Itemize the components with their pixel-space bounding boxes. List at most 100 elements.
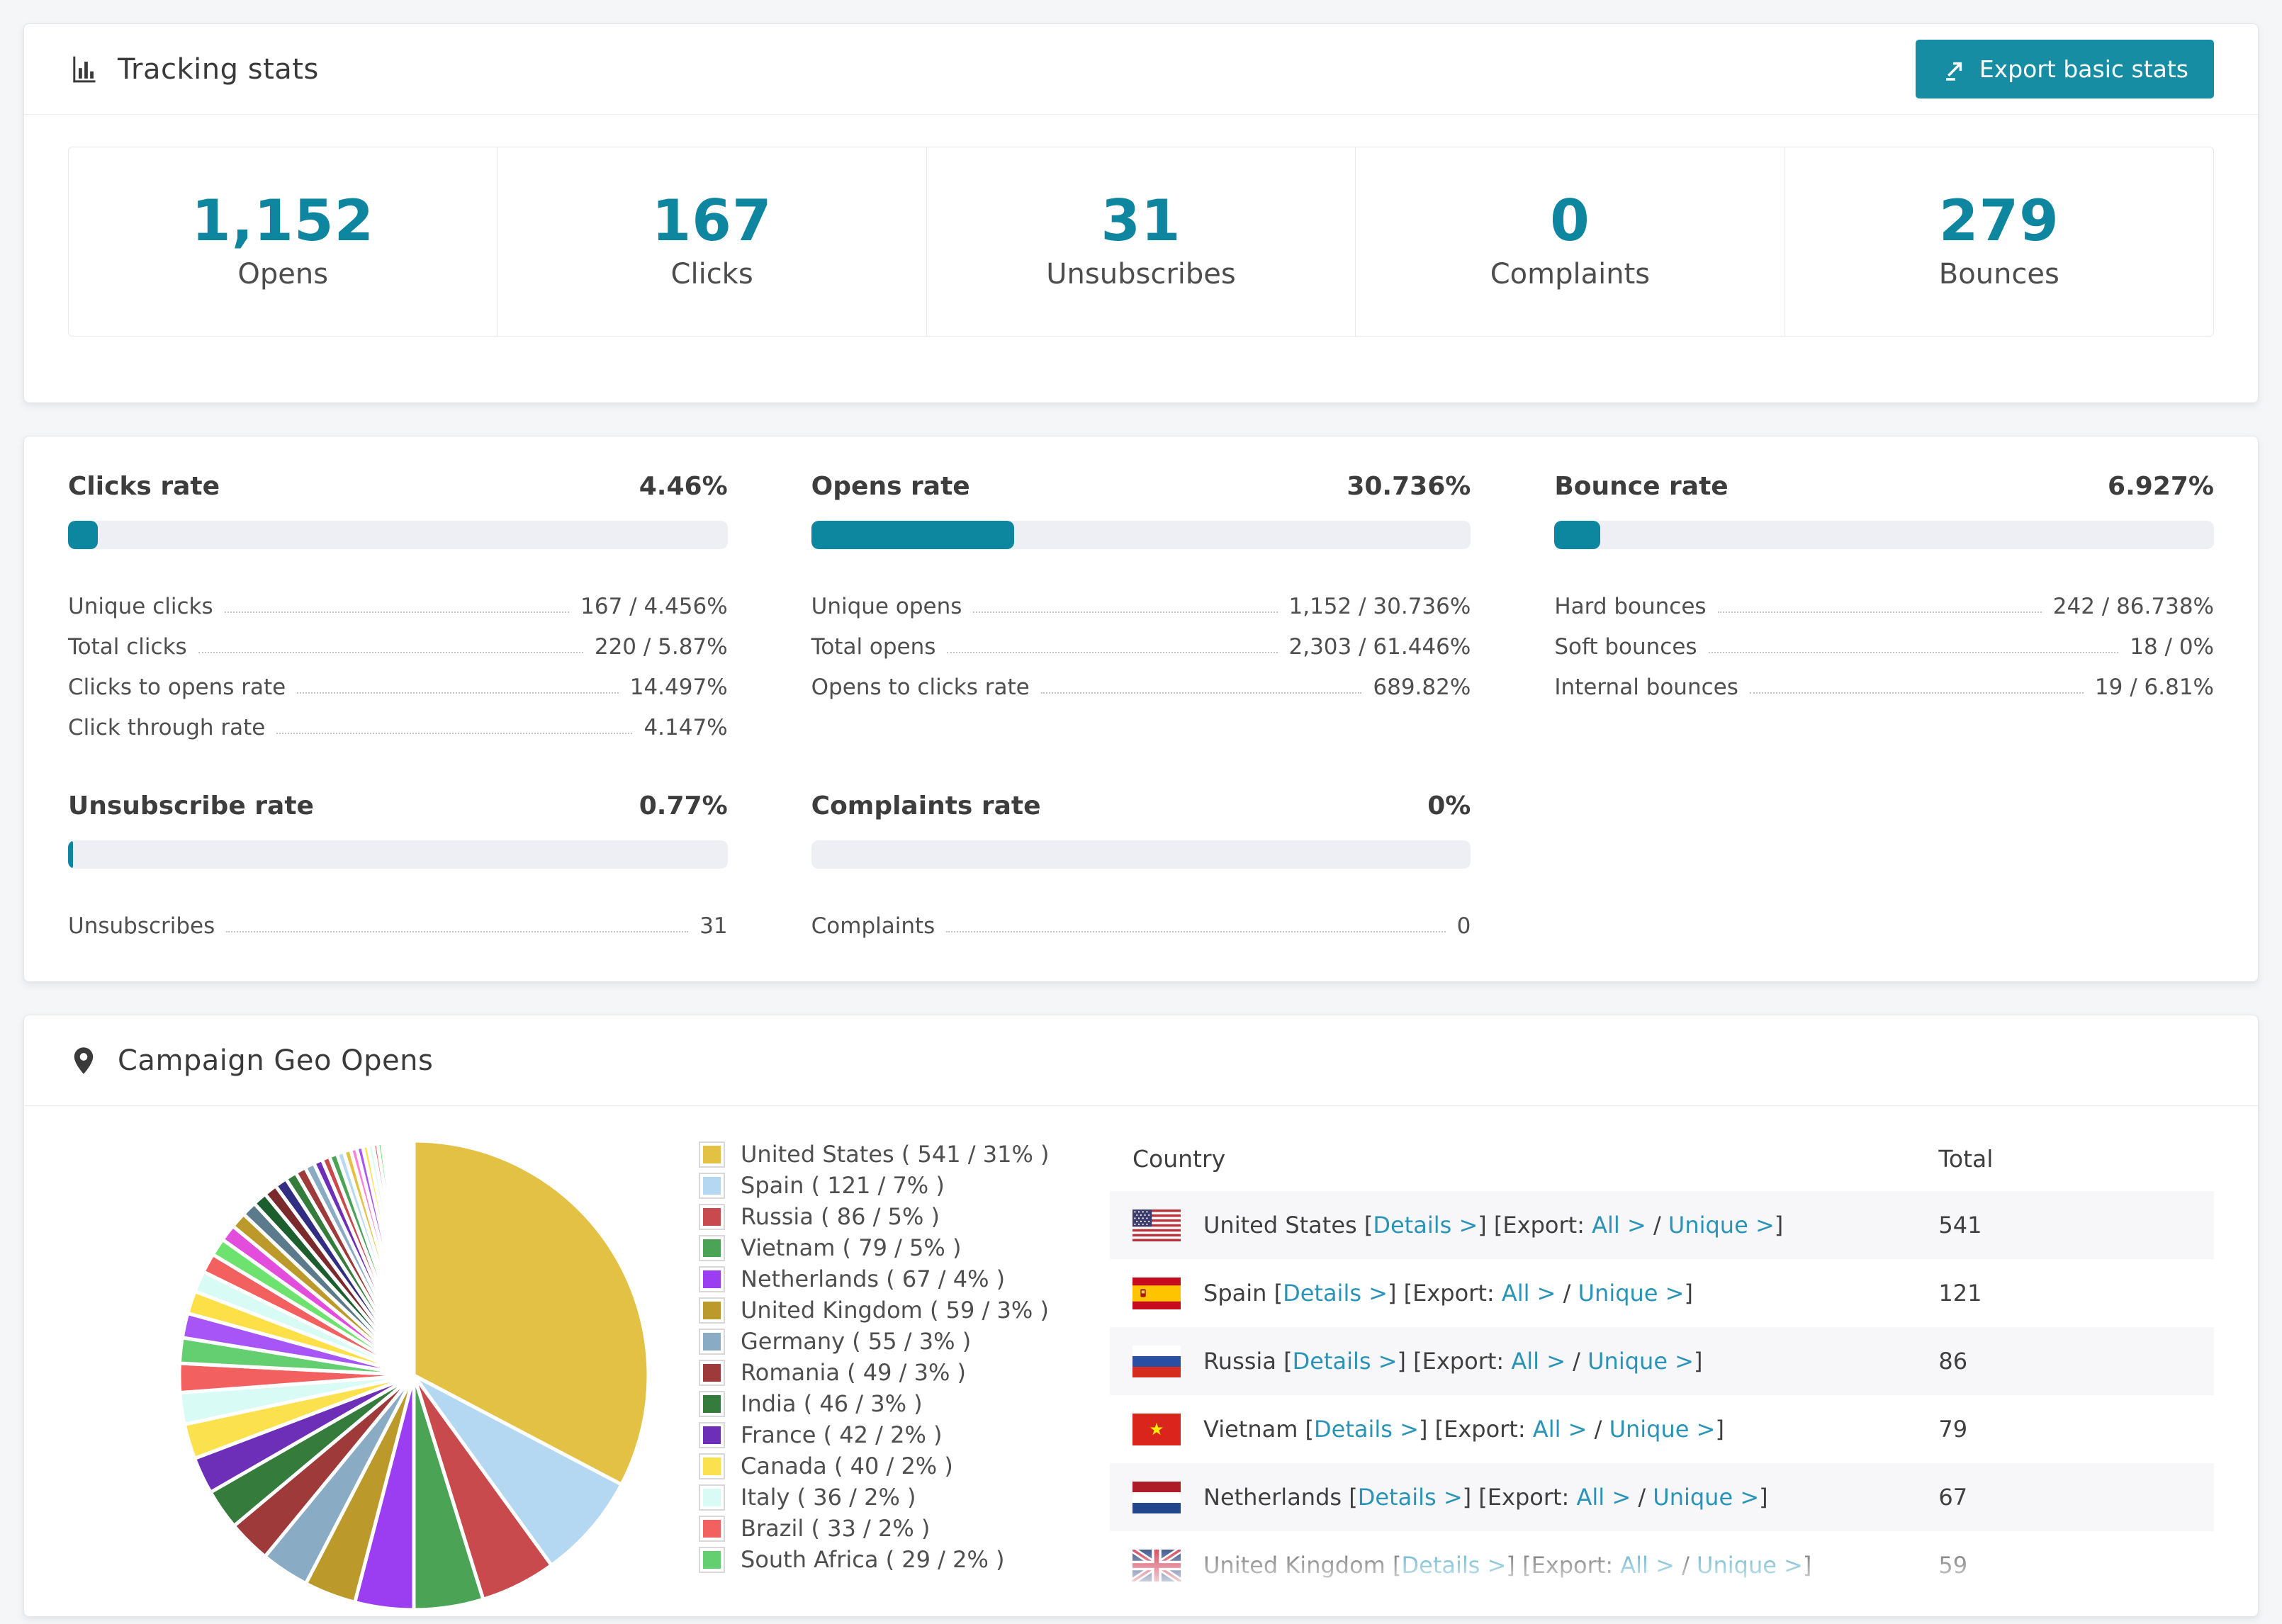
progress-track [68, 840, 728, 869]
legend-item: Russia ( 86 / 5% ) [699, 1201, 1053, 1232]
export-unique-link[interactable]: Unique > [1668, 1212, 1775, 1239]
export-all-link[interactable]: All > [1533, 1416, 1587, 1443]
bar-chart-icon [68, 54, 99, 85]
stat-label: Bounces [1938, 258, 2059, 291]
dotted-leader [1749, 692, 2084, 694]
country-name: Vietnam [1203, 1416, 1305, 1443]
legend-label: Romania ( 49 / 3% ) [741, 1359, 967, 1386]
legend-item: United Kingdom ( 59 / 3% ) [699, 1295, 1053, 1326]
dotted-leader [973, 611, 1278, 613]
country-cell: Netherlands [Details >] [Export: All > /… [1110, 1463, 1916, 1531]
rate-row-label: Unique clicks [68, 594, 213, 619]
rate-rows: Complaints 0 [811, 898, 1471, 939]
rate-row-value: 689.82% [1373, 675, 1471, 700]
legend-swatch [699, 1172, 725, 1199]
export-unique-link[interactable]: Unique > [1653, 1484, 1759, 1511]
export-all-link[interactable]: All > [1620, 1552, 1675, 1579]
rate-block-unsubscribe: Unsubscribe rate 0.77% Unsubscribes 31 [68, 791, 728, 939]
rate-block-clicks: Clicks rate 4.46% Unique clicks 167 / 4.456… [68, 472, 728, 740]
geo-body: United States ( 541 / 31% ) Spain ( 121 /… [24, 1106, 2258, 1616]
legend-swatch-color [703, 1270, 721, 1288]
rate-block-complaints: Complaints rate 0% Complaints 0 [811, 791, 1471, 939]
table-row: Russia [Details >] [Export: All > / Uniq… [1110, 1327, 2214, 1395]
legend-item: United States ( 541 / 31% ) [699, 1139, 1053, 1170]
rate-row-label: Soft bounces [1554, 634, 1697, 660]
rate-rows: Hard bounces 242 / 86.738% Soft bounces 18 … [1554, 579, 2214, 700]
legend-swatch [699, 1546, 725, 1573]
flag-us-icon [1132, 1209, 1181, 1241]
dotted-leader [1708, 652, 2119, 653]
dotted-leader [226, 931, 689, 932]
stat-label: Complaints [1490, 258, 1651, 291]
export-all-link[interactable]: All > [1511, 1348, 1566, 1375]
legend-swatch-color [703, 1301, 721, 1319]
rate-row-value: 1,152 / 30.736% [1288, 594, 1471, 619]
stat-value: 0 [1550, 188, 1590, 254]
stats-summary-row: 1,152 Opens 167 Clicks 31 Unsubscribes 0 Compla… [68, 147, 2214, 337]
legend-swatch [699, 1453, 725, 1479]
geo-table: Country Total United States [Details >] … [1110, 1126, 2214, 1616]
legend-item: India ( 46 / 3% ) [699, 1388, 1053, 1419]
table-row: United States [Details >] [Export: All >… [1110, 1191, 2214, 1259]
country-line: Russia [Details >] [Export: All > / Uniq… [1203, 1348, 1703, 1375]
country-line: Netherlands [Details >] [Export: All > /… [1203, 1484, 1768, 1511]
rate-head: Opens rate 30.736% [811, 472, 1471, 501]
flag-vn-icon [1132, 1413, 1181, 1445]
export-unique-link[interactable]: Unique > [1697, 1552, 1803, 1579]
legend-label: Spain ( 121 / 7% ) [741, 1172, 945, 1199]
export-unique-link[interactable]: Unique > [1578, 1280, 1685, 1307]
legend-label: Russia ( 86 / 5% ) [741, 1203, 940, 1230]
stat-label: Clicks [670, 258, 753, 291]
legend-swatch [699, 1515, 725, 1542]
geo-table-wrap: Country Total United States [Details >] … [1110, 1126, 2214, 1616]
rate-title: Unsubscribe rate [68, 791, 314, 821]
export-all-link[interactable]: All > [1576, 1484, 1631, 1511]
export-all-link[interactable]: All > [1502, 1280, 1556, 1307]
rate-row: Unique clicks 167 / 4.456% [68, 579, 728, 619]
details-link[interactable]: Details > [1373, 1212, 1478, 1239]
details-link[interactable]: Details > [1293, 1348, 1398, 1375]
rate-title: Complaints rate [811, 791, 1041, 821]
rate-value: 0.77% [639, 791, 728, 821]
legend-label: India ( 46 / 3% ) [741, 1390, 923, 1417]
progress-track [68, 521, 728, 549]
progress-track [811, 521, 1471, 549]
details-link[interactable]: Details > [1358, 1484, 1463, 1511]
rate-row-value: 220 / 5.87% [594, 634, 728, 660]
legend-label: Netherlands ( 67 / 4% ) [741, 1265, 1006, 1292]
details-link[interactable]: Details > [1402, 1552, 1507, 1579]
legend-label: Vietnam ( 79 / 5% ) [741, 1234, 962, 1261]
export-unique-link[interactable]: Unique > [1587, 1348, 1694, 1375]
details-link[interactable]: Details > [1314, 1416, 1419, 1443]
page: Tracking stats Export basic stats 1,152 O… [0, 0, 2282, 1624]
country-line: Vietnam [Details >] [Export: All > / Uni… [1203, 1416, 1724, 1443]
export-unique-link[interactable]: Unique > [1609, 1416, 1716, 1443]
tracking-stats-title: Tracking stats [118, 52, 319, 86]
rate-block-bounce: Bounce rate 6.927% Hard bounces 242 / 86.73… [1554, 472, 2214, 740]
dotted-leader [946, 931, 1446, 932]
table-row: Netherlands [Details >] [Export: All > /… [1110, 1463, 2214, 1531]
dotted-leader [198, 652, 583, 653]
table-row: Vietnam [Details >] [Export: All > / Uni… [1110, 1395, 2214, 1463]
rate-row-value: 14.497% [629, 675, 728, 700]
legend-item: Netherlands ( 67 / 4% ) [699, 1263, 1053, 1295]
details-link[interactable]: Details > [1283, 1280, 1388, 1307]
rates-grid: Clicks rate 4.46% Unique clicks 167 / 4.456… [68, 472, 2214, 939]
geo-title: Campaign Geo Opens [118, 1044, 434, 1077]
rate-row: Click through rate 4.147% [68, 700, 728, 740]
export-basic-stats-button[interactable]: Export basic stats [1915, 40, 2214, 98]
export-all-link[interactable]: All > [1592, 1212, 1646, 1239]
country-name: United Kingdom [1203, 1552, 1393, 1579]
rate-row: Total opens 2,303 / 61.446% [811, 619, 1471, 660]
rate-row: Hard bounces 242 / 86.738% [1554, 579, 2214, 619]
legend-label: South Africa ( 29 / 2% ) [741, 1546, 1005, 1573]
legend-label: Italy ( 36 / 2% ) [741, 1484, 916, 1511]
country-line: Spain [Details >] [Export: All > / Uniqu… [1203, 1280, 1693, 1307]
legend-swatch [699, 1359, 725, 1386]
rate-head: Unsubscribe rate 0.77% [68, 791, 728, 821]
dotted-leader [1040, 692, 1362, 694]
progress-fill [68, 521, 98, 549]
table-row: United Kingdom [Details >] [Export: All … [1110, 1531, 2214, 1599]
legend-swatch-color [703, 1145, 721, 1163]
stat-value: 31 [1101, 188, 1181, 254]
